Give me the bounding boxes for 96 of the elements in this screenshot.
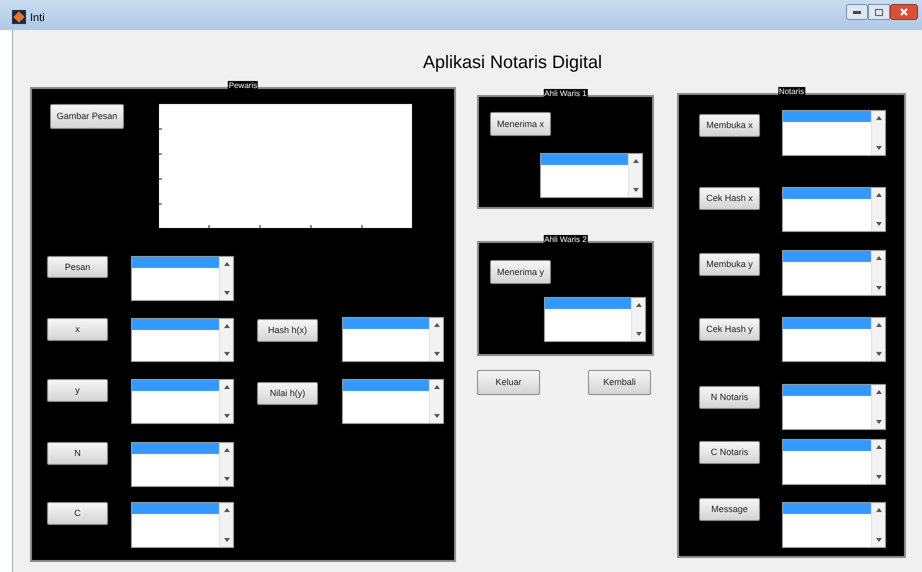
scrollbar[interactable] <box>871 111 885 155</box>
scrollbar[interactable] <box>429 380 443 423</box>
scrollbar[interactable] <box>628 154 642 197</box>
scrollbar[interactable] <box>219 503 233 547</box>
listbox[interactable] <box>782 384 886 430</box>
listbox[interactable] <box>131 256 234 301</box>
scrollbar[interactable] <box>871 251 885 295</box>
push-button[interactable]: Nilai h(y) <box>257 382 318 405</box>
push-button[interactable]: Cek Hash x <box>699 187 760 210</box>
scroll-down-icon[interactable] <box>224 352 230 356</box>
push-button[interactable]: Message <box>699 498 760 521</box>
push-button[interactable]: Hash h(x) <box>257 319 318 342</box>
listbox[interactable] <box>782 439 886 485</box>
scroll-up-icon[interactable] <box>876 116 882 120</box>
scroll-down-icon[interactable] <box>876 222 882 226</box>
scroll-down-icon[interactable] <box>632 188 638 192</box>
scroll-down-icon[interactable] <box>434 352 440 356</box>
scrollbar[interactable] <box>219 380 233 423</box>
scrollbar[interactable] <box>631 298 645 341</box>
scroll-up-icon[interactable] <box>224 448 230 452</box>
scroll-up-icon[interactable] <box>224 508 230 512</box>
push-button[interactable]: Pesan <box>47 256 108 278</box>
push-button[interactable]: y <box>47 379 108 402</box>
push-button[interactable]: Gambar Pesan <box>50 104 124 129</box>
panel-title: Notaris <box>778 87 806 97</box>
push-button[interactable]: Membuka y <box>699 253 760 276</box>
push-button[interactable]: Cek Hash y <box>699 318 760 341</box>
listbox[interactable] <box>131 502 234 548</box>
maximize-button[interactable] <box>868 4 890 20</box>
scroll-up-icon[interactable] <box>434 385 440 389</box>
panel-title: Ahli Waris 2 <box>543 235 588 245</box>
close-button[interactable] <box>890 4 918 20</box>
push-button[interactable]: C Notaris <box>699 441 760 464</box>
minimize-icon <box>853 10 861 14</box>
listbox[interactable] <box>782 187 886 232</box>
listbox[interactable] <box>342 317 444 362</box>
scroll-up-icon[interactable] <box>876 323 882 327</box>
scrollbar[interactable] <box>871 318 885 361</box>
minimize-button[interactable] <box>846 4 868 20</box>
listbox[interactable] <box>540 153 643 198</box>
listbox[interactable] <box>782 110 886 156</box>
scroll-down-icon[interactable] <box>876 286 882 290</box>
app-heading: Aplikasi Notaris Digital <box>422 51 604 74</box>
listbox[interactable] <box>782 317 886 362</box>
scroll-up-icon[interactable] <box>434 323 440 327</box>
listbox[interactable] <box>131 379 234 424</box>
push-button[interactable]: N Notaris <box>699 386 760 409</box>
scroll-up-icon[interactable] <box>636 303 642 307</box>
close-icon <box>900 8 908 16</box>
listbox[interactable] <box>782 502 886 548</box>
push-button[interactable]: Kembali <box>588 370 651 395</box>
push-button[interactable]: Menerima y <box>490 260 551 284</box>
scroll-up-icon[interactable] <box>224 324 230 328</box>
scrollbar[interactable] <box>871 188 885 231</box>
scroll-down-icon[interactable] <box>876 538 882 542</box>
scroll-up-icon[interactable] <box>632 159 638 163</box>
app-icon <box>12 10 26 24</box>
scroll-down-icon[interactable] <box>224 414 230 418</box>
push-button[interactable]: C <box>47 502 108 525</box>
scroll-down-icon[interactable] <box>876 146 882 150</box>
window-title: Inti <box>30 11 45 26</box>
listbox[interactable] <box>342 379 444 424</box>
scrollbar[interactable] <box>871 385 885 429</box>
scroll-up-icon[interactable] <box>224 385 230 389</box>
scrollbar[interactable] <box>219 257 233 300</box>
push-button[interactable]: Menerima x <box>490 112 551 136</box>
listbox[interactable] <box>131 442 234 487</box>
push-button[interactable]: Membuka x <box>699 114 760 137</box>
scroll-down-icon[interactable] <box>224 291 230 295</box>
scroll-up-icon[interactable] <box>876 193 882 197</box>
panel-title: Pewaris <box>228 81 258 91</box>
listbox[interactable] <box>544 297 646 342</box>
scroll-down-icon[interactable] <box>434 414 440 418</box>
scroll-up-icon[interactable] <box>876 445 882 449</box>
push-button[interactable]: x <box>47 318 108 341</box>
scroll-up-icon[interactable] <box>876 390 882 394</box>
listbox[interactable] <box>782 250 886 296</box>
scroll-down-icon[interactable] <box>224 477 230 481</box>
listbox[interactable] <box>131 318 234 362</box>
scrollbar[interactable] <box>429 318 443 361</box>
scroll-down-icon[interactable] <box>876 352 882 356</box>
scroll-up-icon[interactable] <box>876 508 882 512</box>
scrollbar[interactable] <box>871 503 885 547</box>
scroll-up-icon[interactable] <box>224 262 230 266</box>
push-button[interactable]: Keluar <box>477 370 540 395</box>
scrollbar[interactable] <box>871 440 885 484</box>
scroll-down-icon[interactable] <box>224 538 230 542</box>
scrollbar[interactable] <box>219 319 233 361</box>
scroll-down-icon[interactable] <box>636 332 642 336</box>
scroll-down-icon[interactable] <box>876 420 882 424</box>
scrollbar[interactable] <box>219 443 233 486</box>
scroll-up-icon[interactable] <box>876 256 882 260</box>
maximize-icon <box>875 8 883 16</box>
push-button[interactable]: N <box>47 442 108 465</box>
panel-title: Ahli Waris 1 <box>543 89 588 99</box>
scroll-down-icon[interactable] <box>876 475 882 479</box>
